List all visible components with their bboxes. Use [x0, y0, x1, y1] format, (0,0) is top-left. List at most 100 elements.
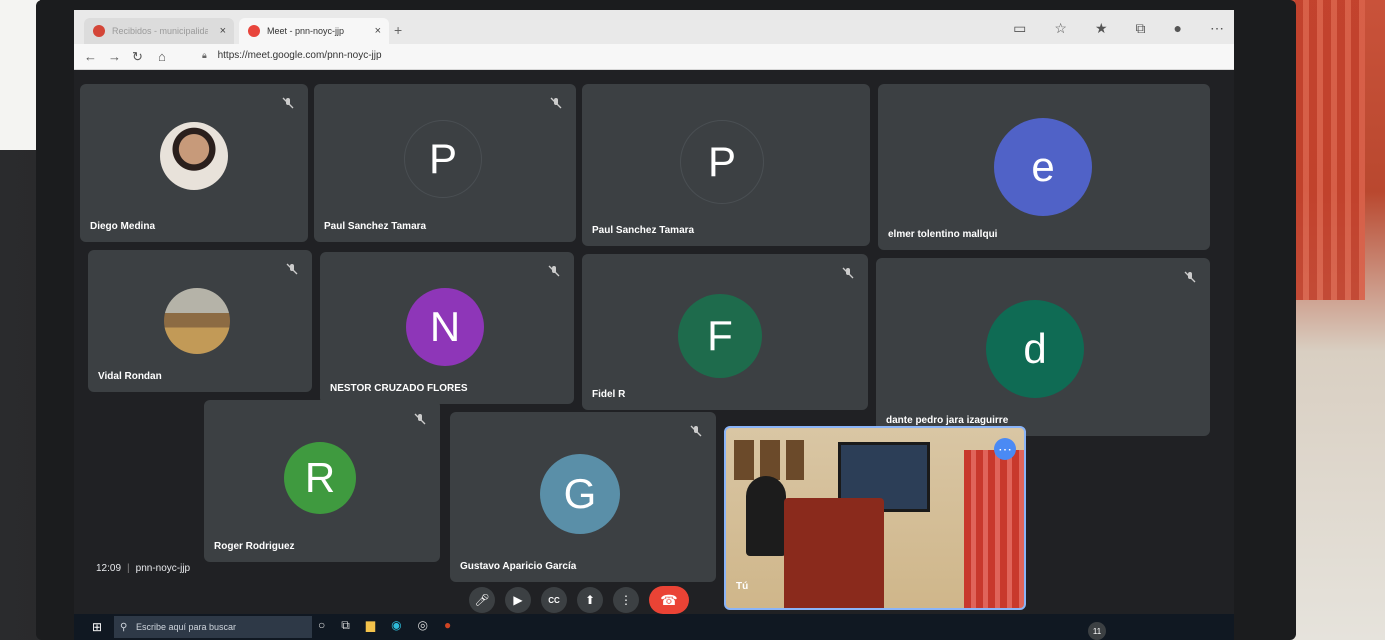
meeting-code: pnn-noyc-jjp: [135, 563, 191, 574]
collections-icon[interactable]: ⧉: [1136, 20, 1146, 37]
address-bar: ← → ↻ ⌂ 🔒︎ https://meet.google.com/pnn-n…: [74, 44, 1234, 70]
notification-badge[interactable]: 11: [1088, 622, 1106, 640]
participant-name: Vidal Rondan: [98, 371, 162, 382]
avatar-initial: N: [429, 303, 461, 350]
participant-name: Paul Sanchez Tamara: [592, 225, 695, 236]
camera-icon: ▶: [513, 593, 523, 607]
avatar: e: [994, 118, 1092, 216]
mic-off-icon: [286, 262, 298, 275]
participant-tile[interactable]: R Roger Rodriguez: [204, 400, 440, 562]
favorite-icon[interactable]: ☆: [1054, 20, 1067, 37]
profile-icon[interactable]: ●: [1174, 20, 1182, 37]
taskbar-apps: ○ ⧉ ▆ ◉ ◎ ●: [318, 618, 451, 633]
captions-button[interactable]: CC: [541, 587, 567, 613]
more-options-icon[interactable]: ⋯: [994, 438, 1016, 460]
cortana-icon[interactable]: ○: [318, 618, 325, 633]
mic-button[interactable]: 🎤︎: [469, 587, 495, 613]
person: [746, 476, 786, 556]
url-field[interactable]: 🔒︎ https://meet.google.com/pnn-noyc-jjp: [202, 50, 382, 61]
close-icon[interactable]: ×: [220, 25, 226, 37]
background-curtain: [1295, 0, 1365, 300]
participant-name: Paul Sanchez Tamara: [324, 221, 427, 232]
participant-name: Diego Medina: [90, 221, 156, 232]
self-video-tile[interactable]: ⋯ Tú: [724, 426, 1026, 610]
participant-tile[interactable]: d dante pedro jara izaguirre: [876, 258, 1210, 436]
present-icon: ⬆: [584, 593, 596, 607]
search-icon: ⚲: [120, 621, 128, 633]
more-vert-icon: ⋮: [620, 593, 632, 607]
powerpoint-icon[interactable]: ●: [444, 618, 451, 633]
background-wall: [0, 0, 40, 150]
background-room: [1285, 0, 1385, 640]
mic-off-icon: [282, 96, 294, 109]
tab-meet[interactable]: Meet - pnn-noyc-jjp ×: [239, 18, 389, 44]
avatar: P: [404, 120, 482, 198]
windows-start-icon[interactable]: ⊞: [92, 620, 102, 634]
edge-icon[interactable]: ◉: [391, 618, 401, 633]
participant-name: NESTOR CRUZADO FLORES: [330, 383, 468, 394]
search-placeholder: Escribe aquí para buscar: [136, 622, 237, 632]
avatar: [160, 122, 228, 190]
taskbar-search[interactable]: ⚲ Escribe aquí para buscar: [114, 616, 312, 638]
meeting-info: 12:09 | pnn-noyc-jjp: [96, 563, 191, 574]
camera-button[interactable]: ▶: [505, 587, 531, 613]
participant-tile[interactable]: Diego Medina: [80, 84, 308, 242]
avatar: P: [680, 120, 764, 204]
participant-tile[interactable]: P Paul Sanchez Tamara: [314, 84, 576, 242]
tab-gmail[interactable]: Recibidos - municipalidaddecas ×: [84, 18, 234, 44]
avatar: F: [678, 294, 762, 378]
avatar-initial: e: [1031, 143, 1055, 190]
refresh-icon[interactable]: ↻: [132, 49, 143, 65]
end-call-button[interactable]: ☎: [649, 586, 689, 614]
avatar-initial: F: [707, 312, 733, 359]
windows-taskbar: ⊞ ⚲ Escribe aquí para buscar ○ ⧉ ▆ ◉ ◎ ●…: [74, 614, 1234, 640]
captions-icon: CC: [548, 595, 560, 605]
task-view-icon[interactable]: ⧉: [341, 618, 350, 633]
file-explorer-icon[interactable]: ▆: [366, 618, 375, 633]
podium: [784, 498, 884, 608]
participant-tile[interactable]: F Fidel R: [582, 254, 868, 410]
avatar: R: [284, 442, 356, 514]
home-icon[interactable]: ⌂: [158, 49, 166, 64]
forward-icon[interactable]: →: [108, 49, 121, 64]
hang-up-icon: ☎: [660, 591, 678, 608]
avatar-initial: P: [428, 135, 457, 182]
close-icon[interactable]: ×: [375, 25, 381, 37]
participant-name: dante pedro jara izaguirre: [886, 415, 1009, 426]
avatar: [164, 288, 230, 354]
participant-name: Roger Rodriguez: [214, 541, 295, 552]
favorites-icon[interactable]: ★: [1095, 20, 1108, 37]
avatar-initial: P: [707, 138, 736, 185]
present-button[interactable]: ⬆: [577, 587, 603, 613]
participant-tile[interactable]: G Gustavo Aparicio García: [450, 412, 716, 582]
camera-icon[interactable]: ▭: [1013, 20, 1026, 37]
call-controls: 🎤︎ ▶ CC ⬆ ⋮ ☎: [469, 586, 689, 614]
avatar-initial: R: [304, 454, 336, 501]
participant-name: Fidel R: [592, 389, 626, 400]
meet-grid: Diego Medina P Paul Sanchez Tamara P Pau…: [74, 70, 1234, 640]
participant-tile[interactable]: P Paul Sanchez Tamara: [582, 84, 870, 246]
curtain: [964, 450, 1024, 608]
mic-off-icon: [550, 96, 562, 109]
new-tab-icon[interactable]: +: [394, 22, 402, 38]
avatar: N: [406, 288, 484, 366]
mic-off-icon: [1184, 270, 1196, 283]
back-icon[interactable]: ←: [84, 49, 97, 64]
mic-icon: 🎤︎: [474, 593, 490, 607]
more-button[interactable]: ⋮: [613, 587, 639, 613]
avatar-initial: G: [563, 470, 597, 517]
mic-off-icon: [690, 424, 702, 437]
participant-tile[interactable]: e elmer tolentino mallqui: [878, 84, 1210, 250]
screen: Recibidos - municipalidaddecas × Meet - …: [74, 10, 1234, 640]
gmail-icon: [93, 25, 105, 37]
record-icon: [248, 25, 260, 37]
participant-tile[interactable]: N NESTOR CRUZADO FLORES: [320, 252, 574, 404]
chrome-icon[interactable]: ◎: [418, 618, 428, 633]
meeting-time: 12:09: [96, 563, 122, 574]
participant-tile[interactable]: Vidal Rondan: [88, 250, 312, 392]
mic-off-icon: [548, 264, 560, 277]
participant-name: elmer tolentino mallqui: [888, 229, 998, 240]
browser-toolbar: ▭ ☆ ★ ⧉ ● ⋯: [1013, 20, 1224, 37]
menu-icon[interactable]: ⋯: [1210, 20, 1224, 37]
self-name: Tú: [736, 581, 749, 592]
